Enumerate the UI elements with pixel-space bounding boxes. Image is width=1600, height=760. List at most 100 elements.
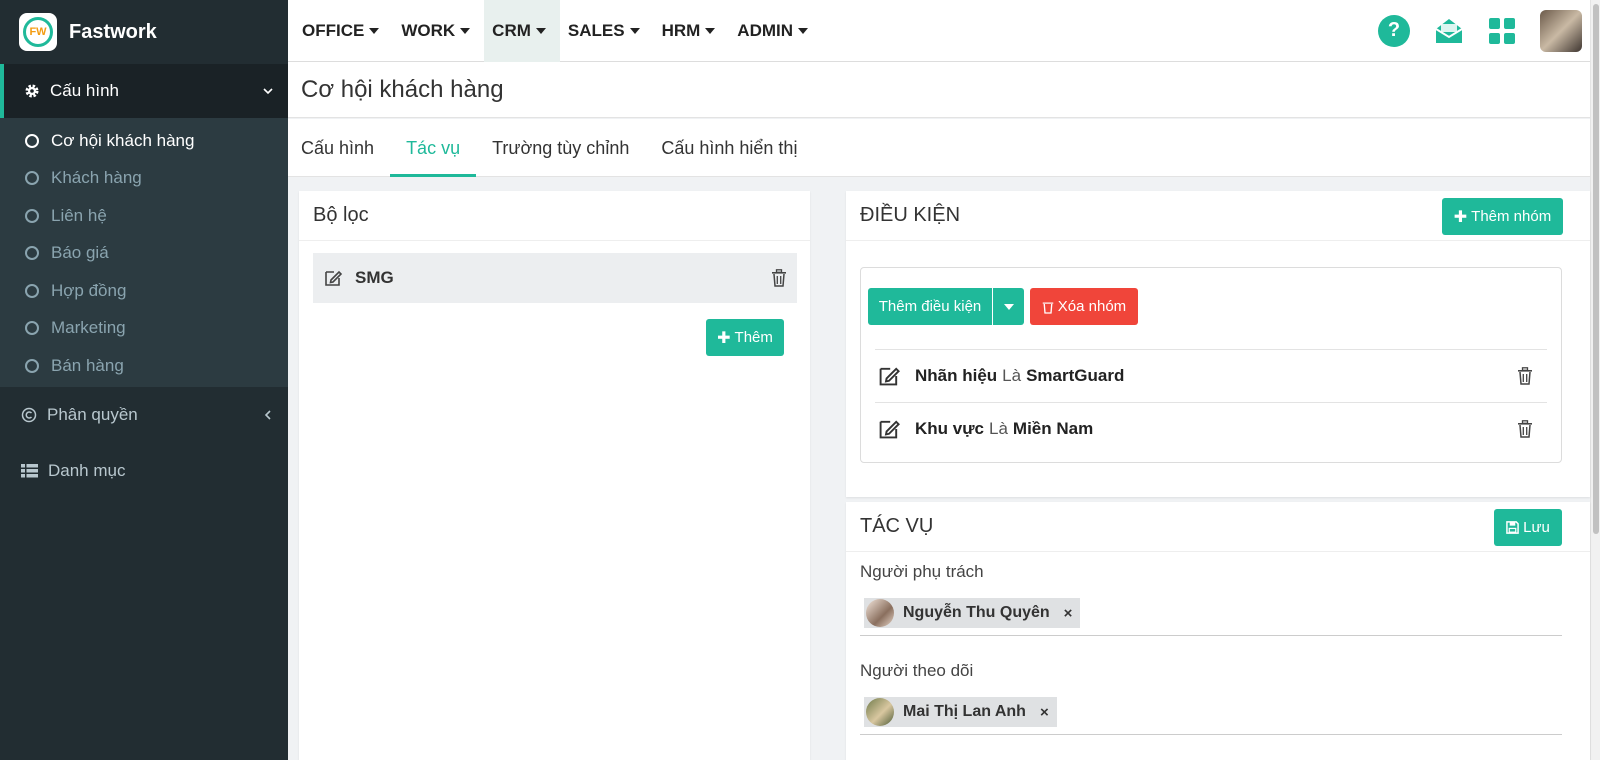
assignee-label: Người phụ trách [860,562,984,581]
tab-tasks[interactable]: Tác vụ [390,119,477,177]
trash-icon[interactable] [771,269,787,287]
page-scrollbar[interactable] [1590,0,1600,760]
circle-icon [25,133,39,148]
main-nav: OFFICE WORK CRM SALES HRM ADMIN [288,0,822,62]
task-panel: TÁC VỤ Lưu Người phụ trách Nguyễn Thu Qu… [846,502,1590,760]
nav-office[interactable]: OFFICE [294,0,393,62]
delete-group-button[interactable]: Xóa nhóm [1030,288,1138,325]
nav-hrm[interactable]: HRM [654,0,730,62]
add-group-button[interactable]: ✚ Thêm nhóm [1442,198,1563,235]
filter-item[interactable]: SMG [313,253,797,303]
sidebar-item-catalog[interactable]: Danh mục [0,443,288,499]
trash-icon [1042,302,1054,314]
circle-icon [25,171,39,186]
condition-value: SmartGuard [1026,366,1125,385]
nav-work[interactable]: WORK [393,0,484,62]
copyright-icon [21,407,37,422]
condition-operator: Là [989,419,1008,438]
brand[interactable]: FW Fastwork [0,0,288,64]
trash-icon[interactable] [1517,367,1533,385]
nav-sales[interactable]: SALES [560,0,654,62]
scrollbar-thumb[interactable] [1593,4,1599,534]
assignee-tag: Nguyễn Thu Quyên × [864,598,1081,628]
caret-down-icon [629,27,640,34]
condition-panel: ĐIỀU KIỆN ✚ Thêm nhóm Thêm điều kiện Xóa … [846,191,1590,497]
add-condition-button[interactable]: Thêm điều kiện [868,288,992,325]
condition-row: Nhãn hiệu Là SmartGuard [875,349,1547,402]
tab-custom-fields[interactable]: Trường tùy chỉnh [476,119,645,177]
nav-label: CRM [492,20,531,40]
caret-down-icon [1003,303,1014,310]
chevron-left-icon [264,409,271,420]
top-icons: ? [1378,9,1590,52]
sidebar-item-label: Khách hàng [51,168,142,188]
follower-label: Người theo dõi [860,661,974,680]
sidebar-item-sales[interactable]: Bán hàng [0,347,288,385]
filter-name: SMG [355,268,394,287]
edit-icon[interactable] [877,364,901,388]
tab-display-config[interactable]: Cấu hình hiển thị [645,119,813,177]
condition-value: Miền Nam [1012,419,1094,438]
caret-down-icon [369,27,380,34]
list-icon [21,463,38,477]
nav-label: OFFICE [302,20,365,40]
edit-icon[interactable] [323,268,343,288]
circle-icon [25,208,39,223]
apps-grid-icon[interactable] [1488,17,1516,45]
sidebar-item-label: Danh mục [48,460,126,480]
assignee-name: Nguyễn Thu Quyên [903,604,1050,621]
user-avatar[interactable] [1540,9,1582,52]
nav-label: HRM [661,20,701,40]
nav-admin[interactable]: ADMIN [729,0,822,62]
avatar [866,599,894,627]
sidebar-item-quote[interactable]: Báo giá [0,235,288,273]
brand-name: Fastwork [69,20,157,43]
envelope-open-icon[interactable] [1434,17,1464,45]
add-filter-button[interactable]: ✚ Thêm [706,319,784,356]
top-navbar: OFFICE WORK CRM SALES HRM ADMIN ? [288,0,1590,62]
sidebar-item-contact[interactable]: Liên hệ [0,197,288,235]
filter-panel-title: Bộ lọc [299,191,810,241]
add-group-label: Thêm nhóm [1471,208,1552,225]
add-condition-label: Thêm điều kiện [878,298,982,315]
tab-bar: Cấu hình Tác vụ Trường tùy chỉnh Cấu hìn… [288,119,1590,177]
caret-down-icon [798,27,809,34]
delete-group-label: Xóa nhóm [1057,298,1127,315]
circle-icon [25,321,39,336]
add-condition-dropdown[interactable] [993,288,1024,325]
sidebar-item-label: Hợp đồng [51,280,127,300]
circle-icon [25,358,39,373]
nav-label: ADMIN [737,20,794,40]
plus-icon: ✚ [717,329,731,347]
edit-icon[interactable] [877,417,901,441]
fastwork-logo: FW [19,13,57,51]
sidebar-item-opportunity[interactable]: Cơ hội khách hàng [0,122,288,160]
logo-text: FW [23,17,53,47]
nav-crm[interactable]: CRM [484,0,560,62]
follower-tag: Mai Thị Lan Anh × [864,697,1057,727]
add-filter-label: Thêm [734,329,773,346]
nav-label: WORK [401,20,456,40]
sidebar-item-permissions[interactable]: Phân quyền [0,387,288,443]
sidebar-item-marketing[interactable]: Marketing [0,310,288,348]
save-button[interactable]: Lưu [1494,509,1562,546]
circle-icon [25,246,39,261]
assignee-field[interactable]: Nguyễn Thu Quyên × [860,594,1562,636]
sidebar-item-label: Liên hệ [51,205,107,225]
sidebar-item-label: Cơ hội khách hàng [51,130,195,150]
sidebar-item-label: Marketing [51,318,126,338]
sidebar-item-contract[interactable]: Hợp đồng [0,272,288,310]
sidebar-item-label: Phân quyền [47,404,138,424]
sidebar-section-config[interactable]: Cấu hình [0,64,288,118]
trash-icon[interactable] [1517,420,1533,438]
remove-assignee-button[interactable]: × [1064,605,1073,622]
help-icon[interactable]: ? [1378,14,1410,47]
sidebar-item-customer[interactable]: Khách hàng [0,160,288,198]
tab-config[interactable]: Cấu hình [301,119,390,177]
remove-follower-button[interactable]: × [1040,704,1049,721]
follower-field[interactable]: Mai Thị Lan Anh × [860,693,1562,735]
save-icon [1506,521,1519,534]
save-label: Lưu [1523,519,1550,536]
gear-icon [25,84,39,98]
chevron-down-icon [263,88,273,95]
